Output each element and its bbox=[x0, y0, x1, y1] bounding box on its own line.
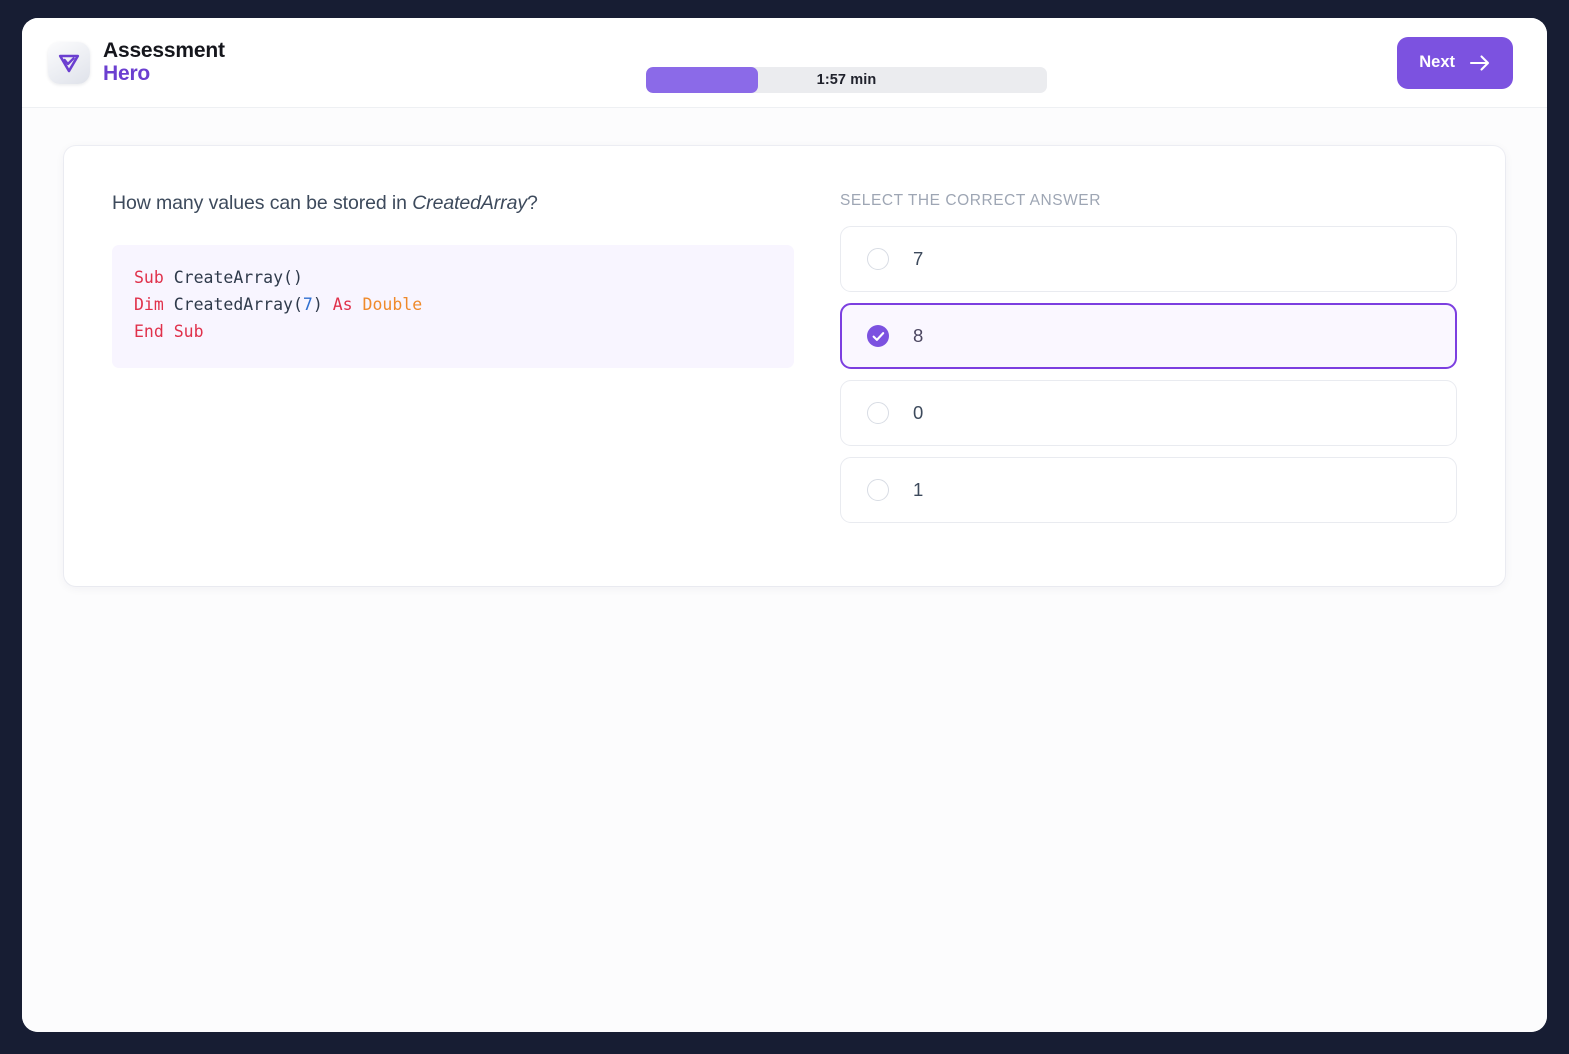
next-button-label: Next bbox=[1419, 53, 1455, 71]
code-line: End Sub bbox=[134, 319, 772, 346]
code-token: () bbox=[283, 268, 303, 288]
radio-icon[interactable] bbox=[867, 479, 889, 501]
code-token: Sub bbox=[134, 268, 164, 288]
answer-option-7[interactable]: 7 bbox=[840, 226, 1457, 292]
arrow-right-icon bbox=[1469, 54, 1491, 72]
question-text: How many values can be stored in Created… bbox=[112, 190, 794, 217]
brand-logo: Assessment Hero bbox=[48, 40, 225, 84]
question-panel: How many values can be stored in Created… bbox=[112, 190, 794, 534]
app-window: Assessment Hero 1:57 min Next How many v… bbox=[22, 18, 1547, 1032]
code-snippet: Sub CreateArray() Dim CreatedArray(7) As … bbox=[112, 245, 794, 368]
code-line: Dim CreatedArray(7) As Double bbox=[134, 292, 772, 319]
check-icon[interactable] bbox=[867, 325, 889, 347]
answer-option-0[interactable]: 0 bbox=[840, 380, 1457, 446]
timer-progress-bar: 1:57 min bbox=[646, 67, 1047, 93]
code-token: Double bbox=[362, 295, 423, 315]
desktop-frame: Assessment Hero 1:57 min Next How many v… bbox=[0, 0, 1569, 1054]
answers-panel: SELECT THE CORRECT ANSWER 7 8 0 1 bbox=[840, 190, 1457, 534]
brand-name-primary: Assessment bbox=[103, 39, 225, 63]
answer-option-label: 7 bbox=[913, 248, 924, 269]
question-card: How many values can be stored in Created… bbox=[64, 146, 1505, 586]
answer-options-list: 7 8 0 1 bbox=[840, 226, 1457, 523]
code-token: Dim bbox=[134, 295, 164, 315]
question-text-before: How many values can be stored in bbox=[112, 192, 413, 214]
code-token: CreatedArray bbox=[173, 295, 293, 315]
page-body: How many values can be stored in Created… bbox=[22, 108, 1547, 1032]
next-button[interactable]: Next bbox=[1397, 36, 1513, 89]
code-token: ) bbox=[312, 295, 323, 315]
code-line: Sub CreateArray() bbox=[134, 265, 772, 292]
answer-option-label: 1 bbox=[913, 479, 924, 500]
question-emphasis: CreatedArray bbox=[412, 192, 527, 214]
code-token: ( bbox=[292, 295, 303, 315]
radio-icon[interactable] bbox=[867, 402, 889, 424]
question-text-after: ? bbox=[526, 192, 538, 214]
answer-option-8[interactable]: 8 bbox=[840, 303, 1457, 369]
brand-text: Assessment Hero bbox=[103, 40, 225, 84]
answer-option-label: 0 bbox=[913, 402, 924, 423]
radio-icon[interactable] bbox=[867, 248, 889, 270]
answer-option-label: 8 bbox=[913, 325, 924, 346]
code-token: Sub bbox=[173, 322, 204, 342]
answer-option-1[interactable]: 1 bbox=[840, 457, 1457, 523]
code-token: 7 bbox=[302, 295, 313, 315]
answers-heading: SELECT THE CORRECT ANSWER bbox=[840, 192, 1101, 209]
code-token: As bbox=[332, 295, 353, 315]
brand-name-secondary: Hero bbox=[103, 61, 151, 85]
app-header: Assessment Hero 1:57 min Next bbox=[22, 18, 1547, 108]
timer-label: 1:57 min bbox=[816, 72, 877, 88]
code-token: End bbox=[134, 322, 164, 342]
code-token: CreateArray bbox=[173, 268, 284, 288]
shield-check-icon bbox=[48, 41, 90, 84]
